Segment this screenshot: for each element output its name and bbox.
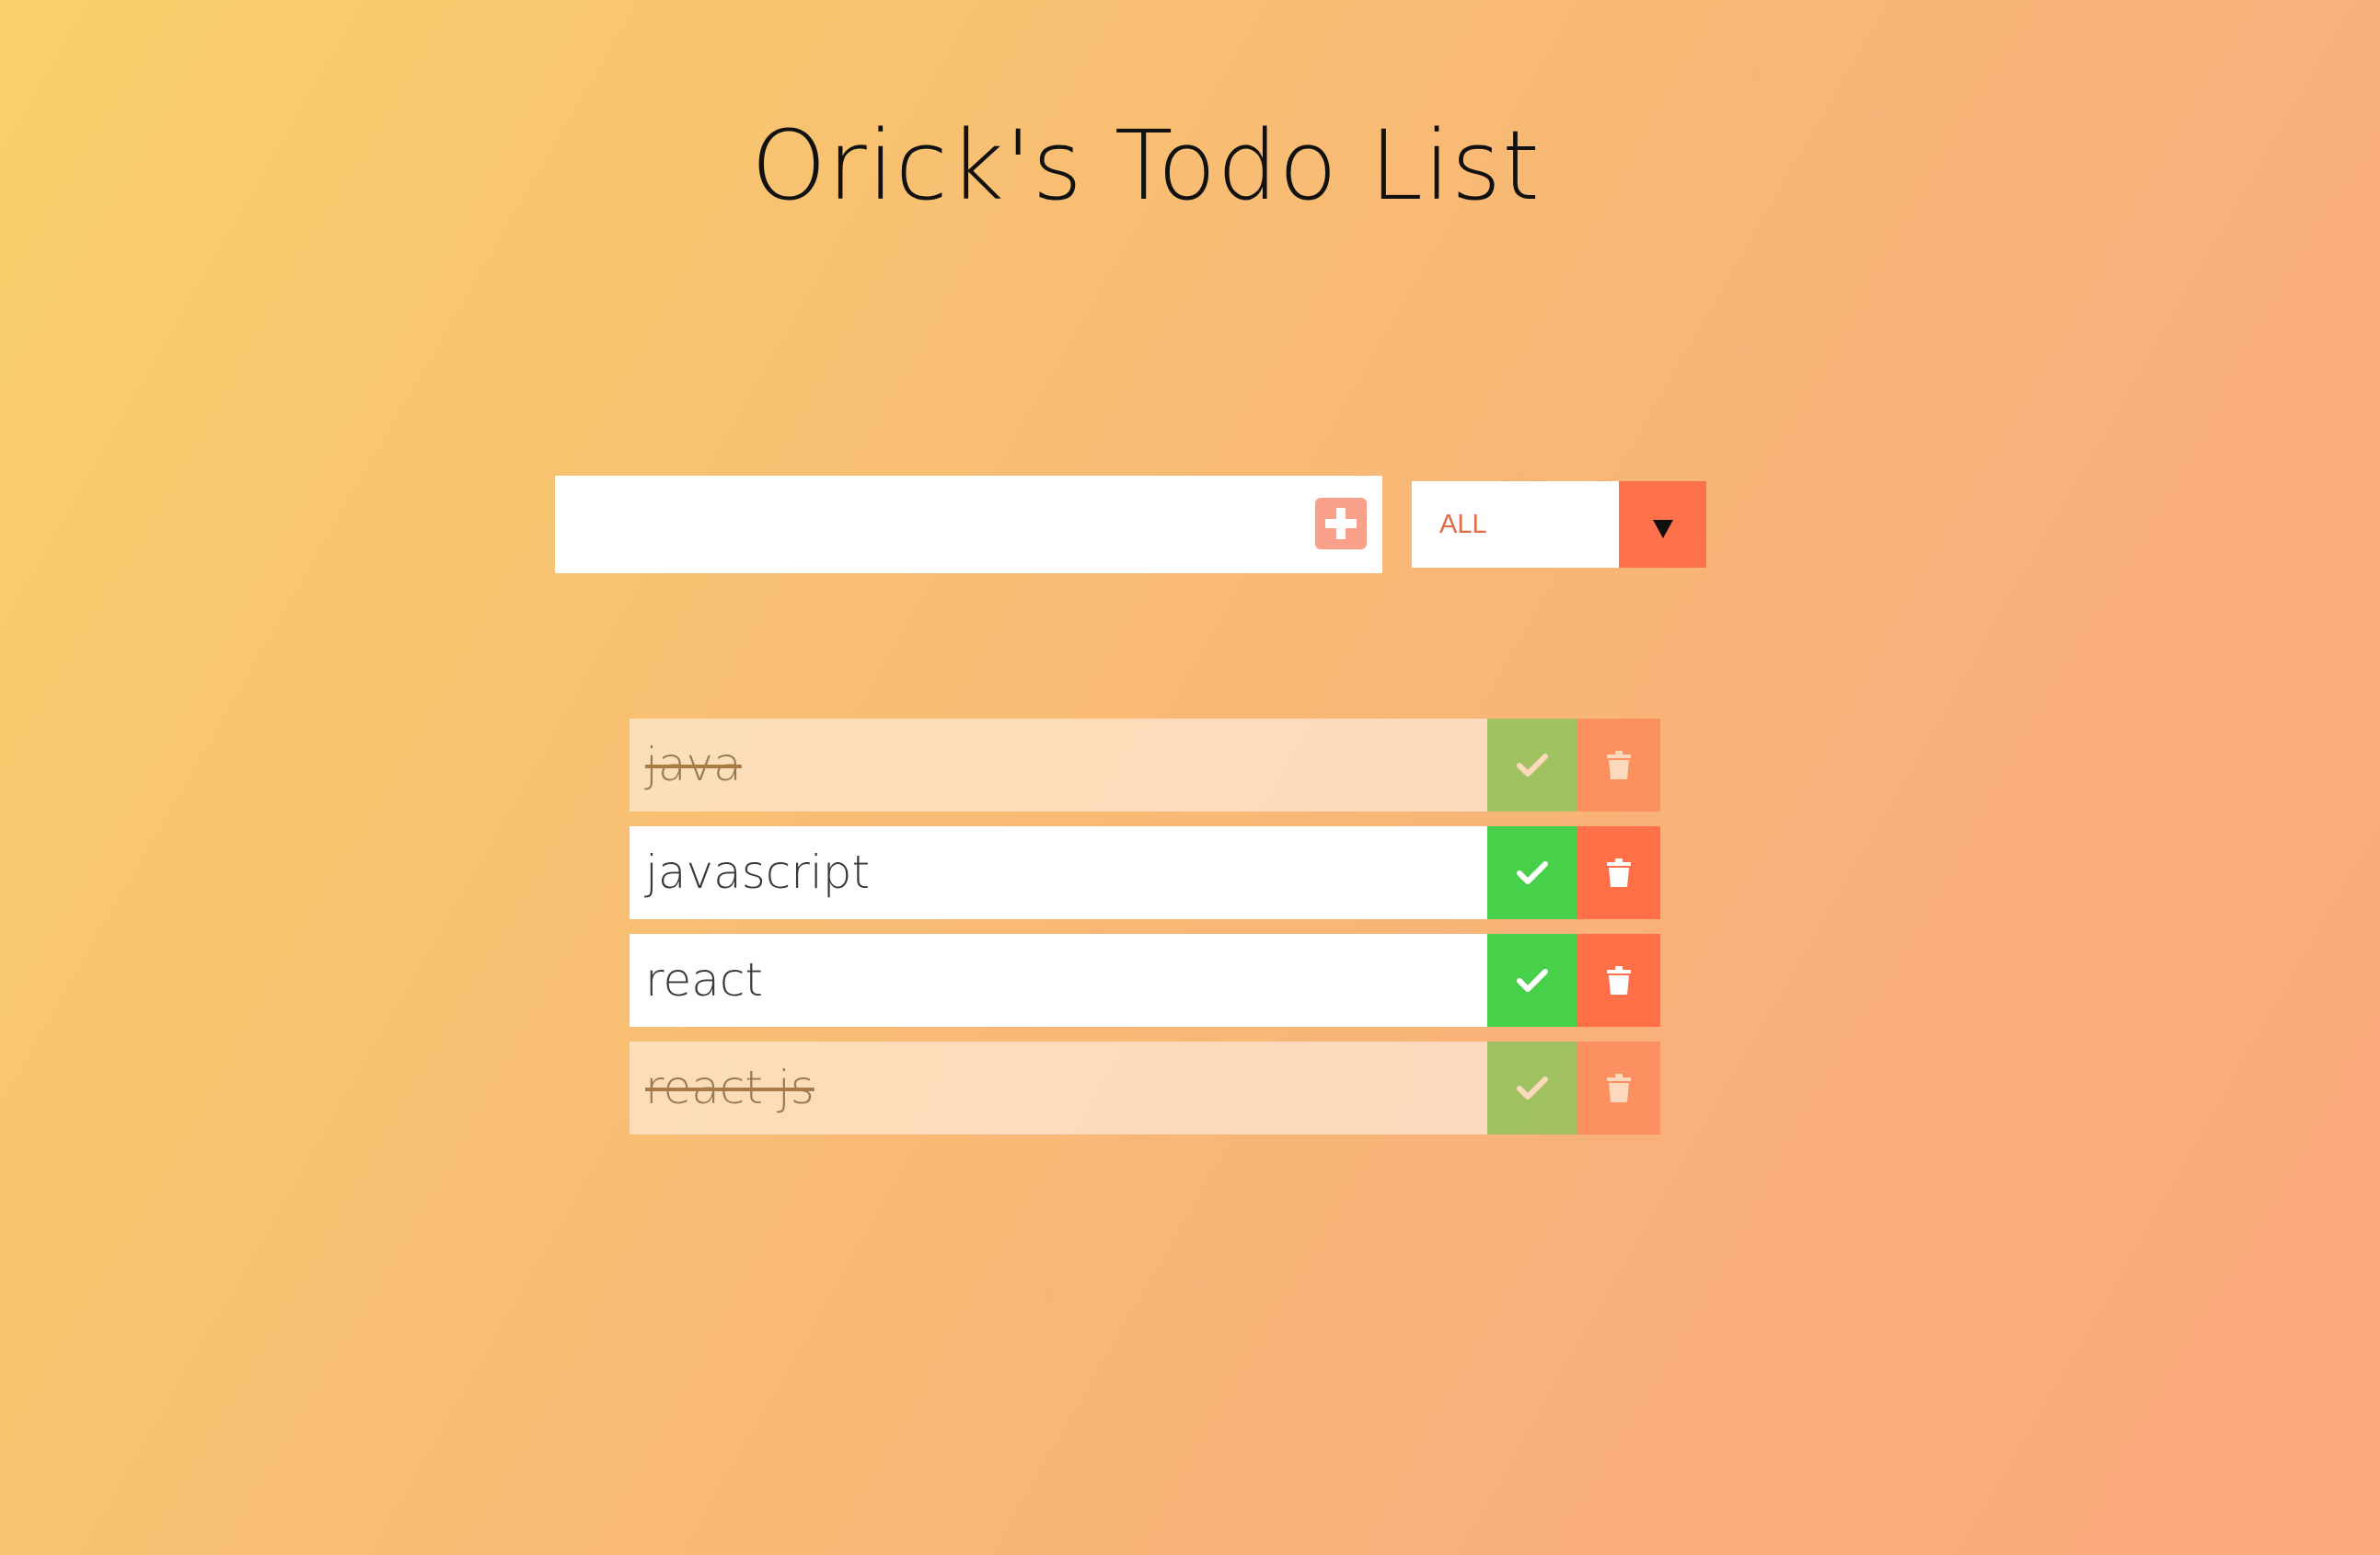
check-icon bbox=[1516, 860, 1548, 884]
todo-text-container: react js bbox=[630, 1042, 1487, 1135]
filter-dropdown-button[interactable] bbox=[1619, 481, 1706, 568]
todo-item: react bbox=[630, 934, 1660, 1027]
page-title: Orick's Todo List bbox=[751, 109, 1541, 222]
trash-icon bbox=[1606, 1073, 1631, 1102]
todo-text-container: java bbox=[630, 719, 1487, 812]
todo-item: react js bbox=[630, 1042, 1660, 1135]
delete-button[interactable] bbox=[1577, 826, 1660, 919]
todo-item: javascript bbox=[630, 826, 1660, 919]
complete-button[interactable] bbox=[1487, 934, 1577, 1027]
filter-select[interactable]: ALL bbox=[1412, 481, 1706, 568]
delete-button[interactable] bbox=[1577, 934, 1660, 1027]
complete-button[interactable] bbox=[1487, 719, 1577, 812]
trash-icon bbox=[1606, 750, 1631, 779]
complete-button[interactable] bbox=[1487, 826, 1577, 919]
trash-icon bbox=[1606, 858, 1631, 887]
add-todo-button[interactable] bbox=[1315, 498, 1367, 549]
complete-button[interactable] bbox=[1487, 1042, 1577, 1135]
delete-button[interactable] bbox=[1577, 719, 1660, 812]
check-icon bbox=[1516, 753, 1548, 777]
caret-down-icon bbox=[1653, 520, 1673, 538]
plus-square-icon bbox=[1325, 508, 1357, 539]
todo-text: react bbox=[645, 953, 763, 1007]
check-icon bbox=[1516, 1076, 1548, 1100]
todo-text: java bbox=[645, 738, 742, 791]
todo-text: javascript bbox=[645, 846, 871, 899]
todo-text-container: javascript bbox=[630, 826, 1487, 919]
todo-text: react js bbox=[645, 1061, 815, 1114]
todo-input-container bbox=[555, 476, 1382, 573]
todo-item: java bbox=[630, 719, 1660, 812]
trash-icon bbox=[1606, 965, 1631, 995]
todo-input[interactable] bbox=[555, 476, 1291, 573]
todo-text-container: react bbox=[630, 934, 1487, 1027]
filter-selected-value: ALL bbox=[1439, 510, 1487, 539]
delete-button[interactable] bbox=[1577, 1042, 1660, 1135]
check-icon bbox=[1516, 968, 1548, 992]
